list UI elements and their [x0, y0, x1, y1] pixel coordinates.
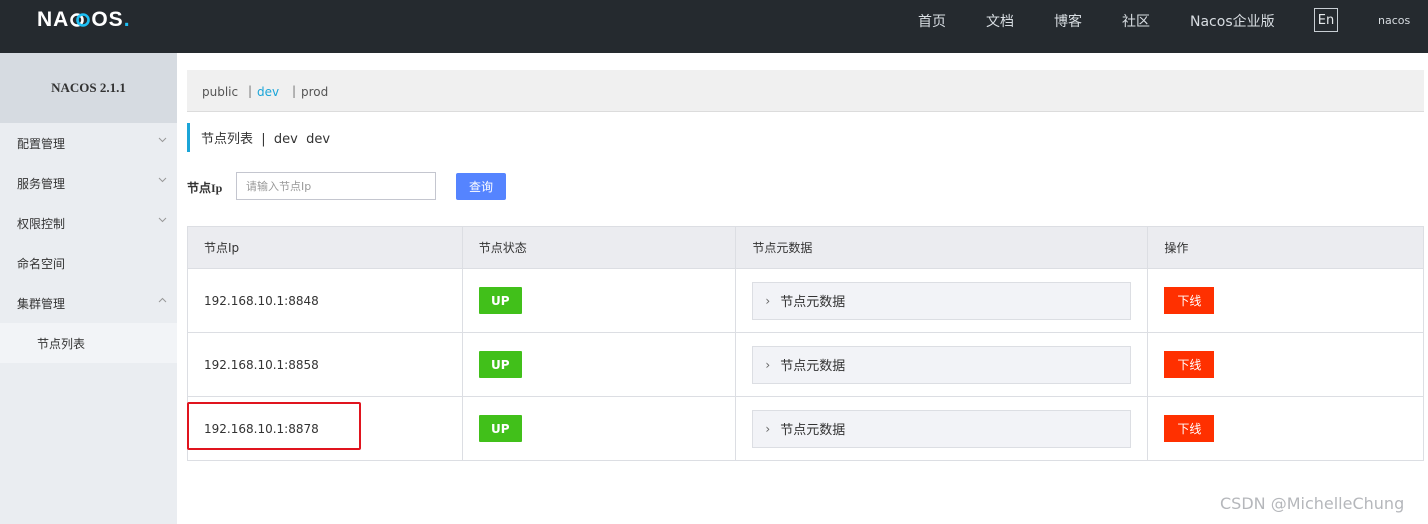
logo-ring-icon — [70, 13, 91, 27]
nav-docs[interactable]: 文档 — [986, 11, 1014, 31]
sidebar-subitem-node-list[interactable]: 节点列表 — [0, 323, 177, 363]
page-title: 节点列表 | dev dev — [187, 123, 330, 152]
namespace-public[interactable]: public — [202, 85, 238, 99]
node-action-cell: 下线 — [1147, 396, 1424, 461]
node-table: 节点Ip 节点状态 节点元数据 操作 192.168.10.1:8848 UP … — [187, 226, 1424, 461]
sidebar-item-label: 集群管理 — [17, 296, 66, 311]
watermark: CSDN @MichelleChung — [1220, 494, 1405, 513]
metadata-label: 节点元数据 — [780, 295, 846, 310]
sidebar-item-label: 服务管理 — [17, 176, 66, 191]
chevron-down-icon — [158, 217, 167, 223]
sidebar-version-title: NACOS 2.1.1 — [0, 53, 177, 123]
namespace-bar: public | dev | prod — [187, 70, 1424, 112]
nav-enterprise[interactable]: Nacos企业版 — [1190, 11, 1275, 31]
status-badge: UP — [478, 351, 522, 378]
sidebar-item-config[interactable]: 配置管理 — [0, 123, 177, 163]
nacos-logo[interactable]: NA OS. — [37, 8, 131, 31]
sidebar-item-label: 权限控制 — [17, 216, 66, 231]
node-metadata-cell: › 节点元数据 — [735, 268, 1149, 333]
offline-button[interactable]: 下线 — [1164, 351, 1215, 378]
chevron-right-icon: › — [765, 421, 771, 436]
column-header-ip: 节点Ip — [187, 226, 463, 269]
chevron-right-icon: › — [765, 357, 771, 372]
node-ip-cell: 192.168.10.1:8858 — [187, 332, 463, 397]
metadata-expander[interactable]: › 节点元数据 — [752, 345, 1132, 384]
namespace-separator: | — [248, 84, 253, 98]
node-ip-search-input[interactable] — [236, 172, 436, 200]
logo-text: NA — [37, 8, 70, 31]
query-button[interactable]: 查询 — [456, 173, 506, 200]
namespace-dev[interactable]: dev — [257, 85, 279, 99]
sidebar-item-auth[interactable]: 权限控制 — [0, 203, 177, 243]
language-switch-button[interactable]: En — [1314, 8, 1338, 32]
node-status-cell: UP — [461, 332, 737, 397]
status-badge: UP — [478, 287, 522, 314]
node-metadata-cell: › 节点元数据 — [735, 396, 1149, 461]
user-name[interactable]: nacos — [1378, 14, 1410, 27]
offline-button[interactable]: 下线 — [1164, 415, 1215, 442]
chevron-down-icon — [158, 177, 167, 183]
node-action-cell: 下线 — [1147, 268, 1424, 333]
column-header-metadata: 节点元数据 — [735, 226, 1149, 269]
sidebar-item-namespace[interactable]: 命名空间 — [0, 243, 177, 283]
chevron-down-icon — [158, 137, 167, 143]
node-status-cell: UP — [461, 396, 737, 461]
node-ip-cell: 192.168.10.1:8878 — [187, 396, 463, 461]
nav-blog[interactable]: 博客 — [1054, 11, 1082, 31]
nav-home[interactable]: 首页 — [918, 11, 946, 31]
metadata-label: 节点元数据 — [780, 423, 846, 438]
metadata-label: 节点元数据 — [780, 359, 846, 374]
sidebar: NACOS 2.1.1 配置管理 服务管理 权限控制 命名空间 集群管理 节点列… — [0, 53, 177, 524]
namespace-separator: | — [292, 84, 297, 98]
namespace-prod[interactable]: prod — [301, 85, 328, 99]
node-ip-cell: 192.168.10.1:8848 — [187, 268, 463, 333]
table-row: 192.168.10.1:8858 UP › 节点元数据 下线 — [187, 332, 1424, 397]
column-header-action: 操作 — [1147, 226, 1424, 269]
table-row: 192.168.10.1:8848 UP › 节点元数据 下线 — [187, 268, 1424, 333]
nav-community[interactable]: 社区 — [1122, 11, 1150, 31]
sidebar-item-cluster[interactable]: 集群管理 — [0, 283, 177, 323]
node-action-cell: 下线 — [1147, 332, 1424, 397]
table-row: 192.168.10.1:8878 UP › 节点元数据 下线 — [187, 396, 1424, 461]
column-header-status: 节点状态 — [461, 226, 737, 269]
metadata-expander[interactable]: › 节点元数据 — [752, 281, 1132, 320]
table-header-row: 节点Ip 节点状态 节点元数据 操作 — [187, 226, 1424, 269]
chevron-up-icon — [158, 297, 167, 303]
sidebar-item-service[interactable]: 服务管理 — [0, 163, 177, 203]
node-status-cell: UP — [461, 268, 737, 333]
metadata-expander[interactable]: › 节点元数据 — [752, 409, 1132, 448]
offline-button[interactable]: 下线 — [1164, 287, 1215, 314]
sidebar-item-label: 配置管理 — [17, 136, 66, 151]
status-badge: UP — [478, 415, 522, 442]
sidebar-item-label: 命名空间 — [17, 256, 66, 271]
search-label: 节点Ip — [187, 181, 223, 195]
node-metadata-cell: › 节点元数据 — [735, 332, 1149, 397]
top-navbar: NA OS. 首页 文档 博客 社区 Nacos企业版 En nacos — [0, 0, 1428, 53]
chevron-right-icon: › — [765, 293, 771, 308]
